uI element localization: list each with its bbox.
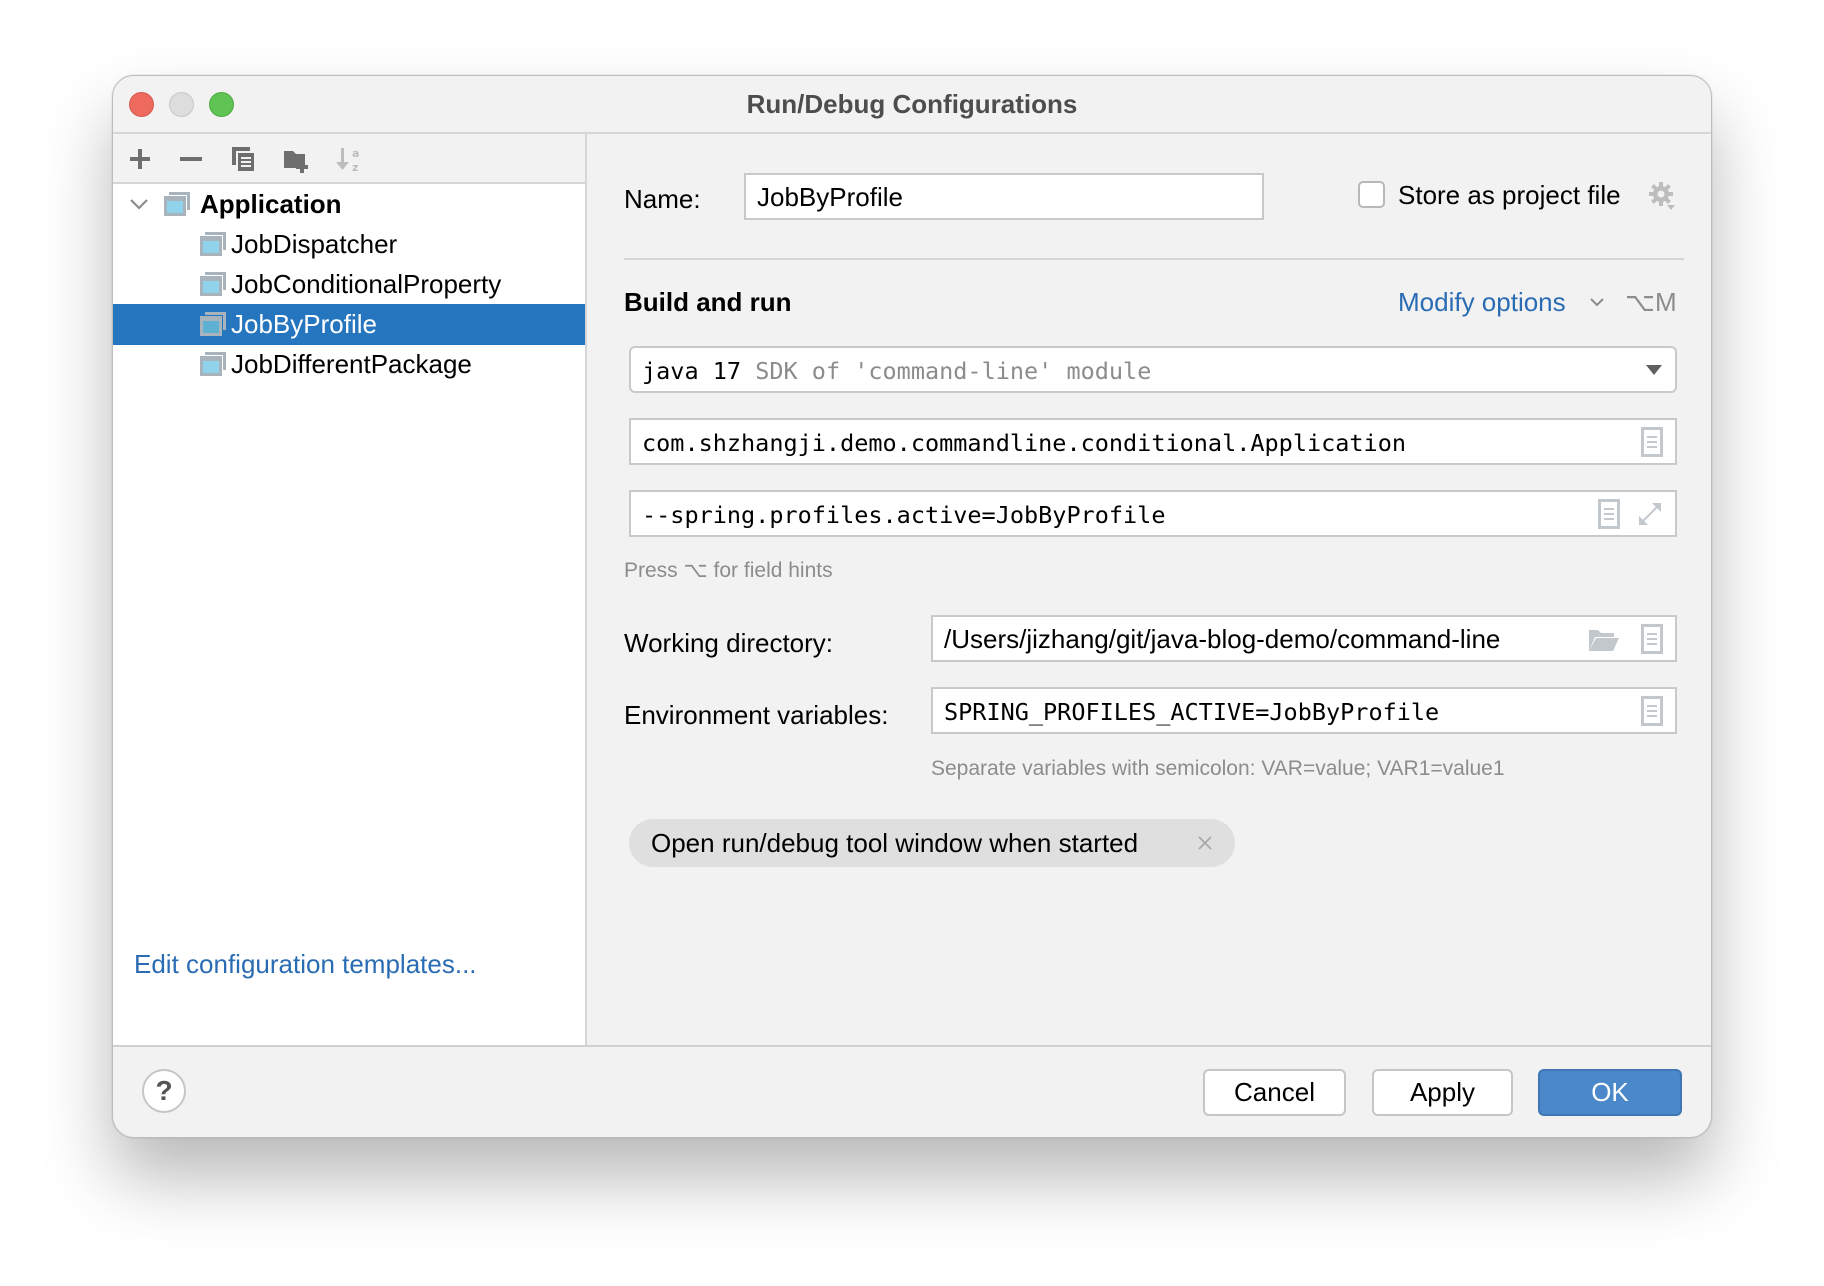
gear-icon[interactable]	[1648, 181, 1676, 211]
application-config-icon	[200, 272, 226, 296]
tree-item-label: JobDifferentPackage	[231, 349, 472, 379]
jdk-description: SDK of 'command-line' module	[755, 357, 1152, 385]
ok-button[interactable]: OK	[1538, 1069, 1682, 1116]
field-hints-text: Press ⌥ for field hints	[624, 559, 833, 582]
environment-variables-hint: Separate variables with semicolon: VAR=v…	[931, 757, 1505, 780]
cancel-button[interactable]: Cancel	[1203, 1069, 1346, 1116]
insert-macro-icon[interactable]	[1598, 499, 1620, 529]
tree-item-label: JobConditionalProperty	[231, 269, 502, 299]
working-directory-input[interactable]: /Users/jizhang/git/java-blog-demo/comman…	[931, 615, 1677, 662]
tree-item-label: JobDispatcher	[231, 229, 398, 259]
tree-item-label: JobByProfile	[231, 309, 377, 339]
edit-environment-variables-icon[interactable]	[1641, 696, 1663, 726]
tree-group-label: Application	[200, 189, 342, 219]
store-as-project-file-label: Store as project file	[1398, 180, 1621, 210]
store-as-project-file-checkbox[interactable]	[1358, 181, 1385, 208]
copy-icon[interactable]	[228, 144, 258, 174]
browse-document-icon[interactable]	[1641, 427, 1663, 457]
environment-variables-input[interactable]: SPRING_PROFILES_ACTIVE=JobByProfile	[931, 687, 1677, 734]
working-directory-value: /Users/jizhang/git/java-blog-demo/comman…	[944, 624, 1501, 654]
tree-item[interactable]: JobConditionalProperty	[113, 264, 585, 305]
dropdown-arrow-icon[interactable]	[1645, 364, 1663, 376]
add-icon[interactable]	[125, 144, 155, 174]
title-bar: Run/Debug Configurations	[113, 76, 1711, 134]
section-divider	[624, 258, 1684, 260]
tree-item[interactable]: JobDispatcher	[113, 224, 585, 265]
modify-options-link[interactable]: Modify options	[1398, 287, 1566, 318]
environment-variables-label: Environment variables:	[624, 700, 889, 730]
svg-text:z: z	[352, 161, 358, 174]
application-config-icon	[164, 192, 190, 216]
window-title: Run/Debug Configurations	[746, 89, 1078, 119]
jdk-dropdown-value: java 17 SDK of 'command-line' module	[642, 357, 1151, 385]
name-input[interactable]: JobByProfile	[744, 173, 1264, 220]
jdk-version: java 17	[642, 357, 742, 385]
application-config-icon	[200, 312, 226, 336]
apply-button[interactable]: Apply	[1372, 1069, 1513, 1116]
configurations-panel: a z Application JobDispatcher JobConditi…	[113, 134, 587, 1046]
option-chip-open-tool-window: Open run/debug tool window when started	[629, 819, 1235, 867]
help-button[interactable]: ?	[142, 1069, 186, 1113]
application-config-icon	[200, 232, 226, 256]
application-config-icon	[200, 352, 226, 376]
expand-icon[interactable]	[1637, 501, 1663, 527]
sort-alphabetically-icon[interactable]: a z	[333, 144, 363, 174]
chevron-down-icon[interactable]	[127, 192, 151, 216]
program-arguments-value: --spring.profiles.active=JobByProfile	[642, 501, 1166, 529]
run-debug-configurations-dialog: Run/Debug Configurations a z Application…	[112, 75, 1712, 1138]
tree-group-application[interactable]: Application	[113, 184, 585, 225]
modify-options-shortcut: ⌥M	[1625, 287, 1677, 317]
main-class-input[interactable]: com.shzhangji.demo.commandline.condition…	[629, 418, 1677, 465]
remove-icon[interactable]	[176, 144, 206, 174]
svg-text:a: a	[352, 147, 359, 160]
main-class-value: com.shzhangji.demo.commandline.condition…	[642, 429, 1407, 457]
option-chip-label: Open run/debug tool window when started	[651, 828, 1139, 858]
environment-variables-value: SPRING_PROFILES_ACTIVE=JobByProfile	[944, 698, 1440, 726]
footer-divider	[113, 1045, 1711, 1047]
edit-configuration-templates-link[interactable]: Edit configuration templates...	[134, 949, 477, 980]
configurations-toolbar: a z	[113, 134, 585, 184]
folder-open-icon[interactable]	[1588, 627, 1620, 653]
chevron-down-icon[interactable]	[1588, 295, 1606, 309]
close-icon[interactable]	[1197, 835, 1213, 851]
new-folder-icon[interactable]	[281, 144, 311, 174]
name-input-value: JobByProfile	[757, 182, 903, 212]
insert-macro-icon[interactable]	[1641, 624, 1663, 654]
configurations-tree: Application JobDispatcher JobConditional…	[113, 184, 585, 1046]
tree-item-selected[interactable]: JobByProfile	[113, 304, 585, 345]
jdk-dropdown[interactable]: java 17 SDK of 'command-line' module	[629, 346, 1677, 393]
name-label: Name:	[624, 184, 701, 214]
section-title: Build and run	[624, 287, 792, 317]
working-directory-label: Working directory:	[624, 628, 834, 658]
program-arguments-input[interactable]: --spring.profiles.active=JobByProfile	[629, 490, 1677, 537]
tree-item[interactable]: JobDifferentPackage	[113, 344, 585, 385]
